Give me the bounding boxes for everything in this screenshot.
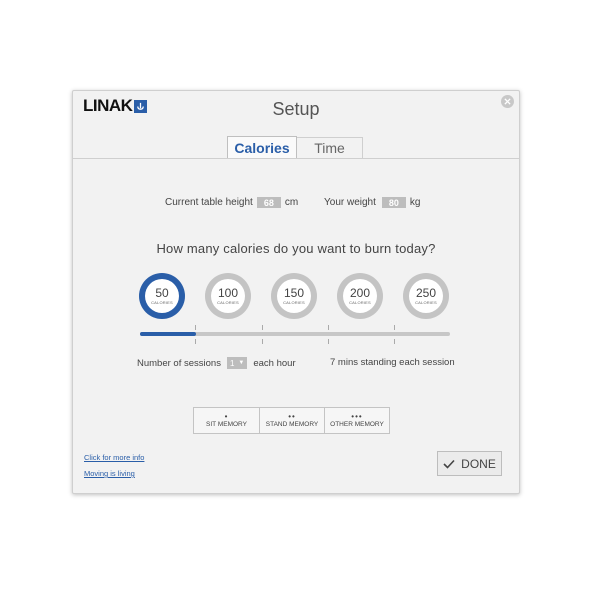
sessions-value: 1 (229, 358, 235, 368)
stand-memory-button[interactable]: •• STAND MEMORY (259, 408, 324, 433)
memory-dots-icon: • (224, 412, 229, 421)
slider-tick (394, 325, 395, 330)
weight-label: Your weight (324, 197, 376, 208)
calorie-option-150[interactable]: 150 CALORIES (271, 273, 317, 319)
memory-buttons: • SIT MEMORY •• STAND MEMORY ••• OTHER M… (193, 407, 390, 434)
tab-calories[interactable]: Calories (227, 136, 297, 158)
tabs-divider (73, 158, 519, 159)
done-label: DONE (461, 456, 496, 471)
other-memory-button[interactable]: ••• OTHER MEMORY (324, 408, 389, 433)
calorie-option-100[interactable]: 100 CALORIES (205, 273, 251, 319)
table-height-value[interactable]: 68 (256, 197, 281, 208)
slider-tick (262, 325, 263, 330)
calorie-unit: CALORIES (283, 300, 305, 305)
more-info-link[interactable]: Click for more info (84, 453, 144, 462)
tab-bar: Calories Time (227, 136, 363, 158)
calorie-slider-fill (140, 332, 196, 336)
close-icon (504, 98, 511, 105)
calorie-value: 100 (217, 286, 239, 300)
calorie-option-inner: 100 CALORIES (211, 279, 245, 313)
table-height-row: Current table height 68 cm (165, 197, 298, 208)
calorie-value: 200 (349, 286, 371, 300)
done-button[interactable]: DONE (437, 451, 502, 476)
tab-time[interactable]: Time (297, 137, 363, 158)
calorie-unit: CALORIES (151, 300, 173, 305)
calorie-unit: CALORIES (349, 300, 371, 305)
stand-memory-label: STAND MEMORY (265, 421, 319, 428)
slider-tick (195, 325, 196, 330)
weight-row: Your weight 80 kg (324, 197, 420, 208)
calorie-option-inner: 150 CALORIES (277, 279, 311, 313)
moving-is-living-link[interactable]: Moving is living (84, 469, 135, 478)
calorie-option-inner: 50 CALORIES (145, 279, 179, 313)
weight-value[interactable]: 80 (381, 197, 406, 208)
dialog-title: Setup (272, 99, 320, 119)
sit-memory-label: SIT MEMORY (206, 421, 247, 428)
slider-tick (195, 339, 196, 344)
check-icon (443, 459, 455, 469)
calorie-value: 150 (283, 286, 305, 300)
calorie-question: How many calories do you want to burn to… (156, 241, 436, 256)
weight-unit: kg (409, 197, 421, 208)
calorie-option-50[interactable]: 50 CALORIES (139, 273, 185, 319)
sessions-select[interactable]: 1 ▼ (226, 357, 248, 369)
standing-text: 7 mins standing each session (330, 357, 455, 368)
calorie-option-200[interactable]: 200 CALORIES (337, 273, 383, 319)
slider-tick (328, 339, 329, 344)
table-height-label: Current table height (165, 197, 253, 208)
slider-tick (394, 339, 395, 344)
calorie-option-250[interactable]: 250 CALORIES (403, 273, 449, 319)
table-height-unit: cm (284, 197, 299, 208)
sessions-row: Number of sessions 1 ▼ each hour (137, 357, 296, 369)
slider-tick (328, 325, 329, 330)
calorie-unit: CALORIES (217, 300, 239, 305)
sit-memory-button[interactable]: • SIT MEMORY (194, 408, 259, 433)
calorie-value: 250 (415, 286, 437, 300)
calorie-option-inner: 200 CALORIES (343, 279, 377, 313)
memory-dots-icon: ••• (351, 412, 363, 421)
setup-dialog: LINAK Setup Calories Time Current table … (72, 90, 520, 494)
calorie-value: 50 (155, 286, 169, 300)
calorie-unit: CALORIES (415, 300, 437, 305)
other-memory-label: OTHER MEMORY (330, 421, 384, 428)
chevron-down-icon: ▼ (238, 360, 245, 366)
memory-dots-icon: •• (288, 412, 296, 421)
sessions-label: Number of sessions (137, 357, 221, 369)
close-button[interactable] (501, 95, 514, 108)
sessions-suffix: each hour (253, 357, 296, 369)
slider-tick (262, 339, 263, 344)
calorie-option-inner: 250 CALORIES (409, 279, 443, 313)
